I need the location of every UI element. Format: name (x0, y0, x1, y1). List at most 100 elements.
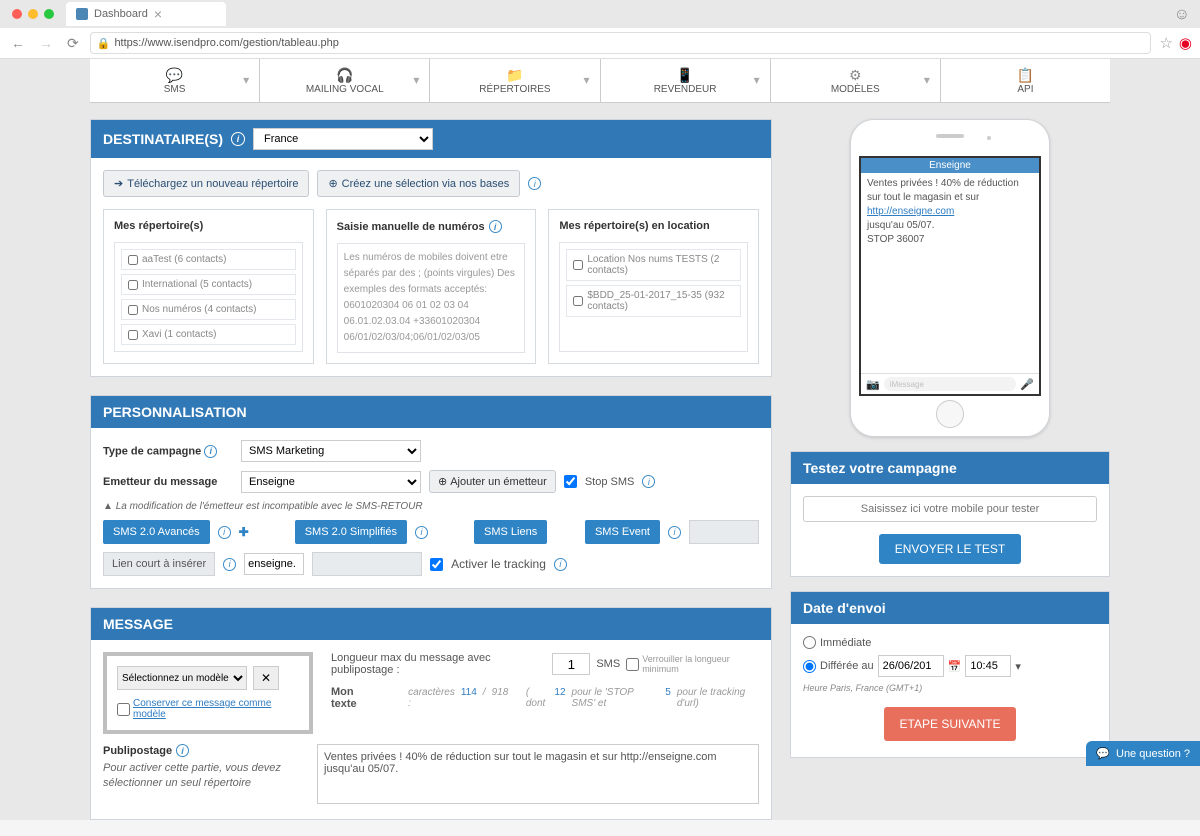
info-icon[interactable]: i (218, 526, 231, 539)
deferred-radio-label[interactable]: Différée au 📅 ▾ (803, 655, 1097, 677)
rep-item[interactable]: $BDD_25-01-2017_15-35 (932 contacts) (566, 285, 741, 317)
chevron-down-icon[interactable]: ▾ (1015, 660, 1021, 673)
panel-personnalisation: PERSONNALISATION Type de campagne i SMS … (90, 395, 772, 589)
info-icon[interactable]: i (415, 526, 428, 539)
save-model-checkbox[interactable] (117, 703, 130, 716)
clipboard-icon: 📋 (1017, 67, 1034, 84)
panel-message: MESSAGE Sélectionnez un modèle ✕ Conserv… (90, 607, 772, 820)
save-model-link[interactable]: Conserver ce message comme modèle (117, 698, 299, 720)
help-chat-button[interactable]: 💬 Une question ? (1086, 741, 1200, 766)
url-box[interactable]: 🔒 https://www.isendpro.com/gestion/table… (90, 32, 1152, 54)
back-icon[interactable]: ← (8, 35, 28, 51)
plus-icon[interactable]: ✚ (239, 525, 249, 539)
sms-liens-button[interactable]: SMS Liens (474, 520, 547, 544)
rep-checkbox[interactable] (128, 305, 138, 315)
favicon (76, 8, 88, 20)
date-input[interactable] (878, 655, 944, 677)
nav-repertoires[interactable]: 📁 RÉPERTOIRES ▾ (430, 59, 600, 102)
rep-item[interactable]: aaTest (6 contacts) (121, 249, 296, 270)
info-icon[interactable]: i (223, 558, 236, 571)
rep-checkbox[interactable] (128, 280, 138, 290)
calendar-icon[interactable]: 📅 (948, 660, 962, 673)
close-window[interactable] (12, 9, 22, 19)
stop-sms-checkbox[interactable] (564, 475, 577, 488)
rep-checkbox[interactable] (128, 255, 138, 265)
pinterest-icon[interactable]: ◉ (1179, 34, 1192, 52)
info-icon[interactable]: i (642, 475, 655, 488)
sms-textarea[interactable] (317, 744, 759, 804)
rep-checkbox[interactable] (573, 260, 583, 270)
close-tab-icon[interactable]: × (154, 6, 162, 22)
nav-sms[interactable]: 💬 SMS ▾ (90, 59, 260, 102)
mes-repertoires-title: Mes répertoire(s) (114, 220, 303, 232)
rep-checkbox[interactable] (128, 330, 138, 340)
rep-item[interactable]: Xavi (1 contacts) (121, 324, 296, 345)
nav-mailing-vocal[interactable]: 🎧 MAILING VOCAL ▾ (260, 59, 430, 102)
chrome-user-icon[interactable]: ☺ (1174, 6, 1190, 24)
info-icon[interactable]: i (204, 445, 217, 458)
rep-item[interactable]: International (5 contacts) (121, 274, 296, 295)
lien-court-input[interactable] (244, 553, 304, 575)
sms-event-button[interactable]: SMS Event (585, 520, 660, 544)
next-step-button[interactable]: ETAPE SUIVANTE (884, 707, 1017, 741)
preview-link: http://enseigne.com (867, 206, 954, 217)
country-select[interactable]: France (253, 128, 433, 150)
rep-item[interactable]: Location Nos nums TESTS (2 contacts) (566, 249, 741, 281)
info-icon[interactable]: i (528, 177, 541, 190)
minimize-window[interactable] (28, 9, 38, 19)
reload-icon[interactable]: ⟳ (64, 35, 82, 52)
emetteur-select[interactable]: Enseigne (241, 471, 421, 493)
info-icon[interactable]: i (231, 132, 245, 146)
panel-destinataires: DESTINATAIRE(S) i France ➔ Téléchargez u… (90, 119, 772, 377)
lock-icon: 🔒 (97, 37, 111, 50)
immediate-radio-label[interactable]: Immédiate (803, 636, 1097, 649)
panel-date-envoi: Date d'envoi Immédiate Différée au 📅 ▾ H… (790, 591, 1110, 758)
stop-sms-label: Stop SMS (585, 476, 635, 488)
forward-icon[interactable]: → (36, 35, 56, 51)
nav-modeles[interactable]: ⚙ MODÈLES ▾ (771, 59, 941, 102)
saisie-manuelle-box: Saisie manuelle de numéros i Les numéros… (326, 209, 537, 364)
info-icon[interactable]: i (668, 526, 681, 539)
browser-tab[interactable]: Dashboard × (66, 2, 226, 26)
type-campagne-select[interactable]: SMS Marketing (241, 440, 421, 462)
headset-icon: 🎧 (336, 67, 353, 84)
address-bar: ← → ⟳ 🔒 https://www.isendpro.com/gestion… (0, 28, 1200, 58)
model-highlight-box: Sélectionnez un modèle ✕ Conserver ce me… (103, 652, 313, 734)
tracking-checkbox[interactable] (430, 558, 443, 571)
type-campagne-label: Type de campagne i (103, 445, 233, 458)
lock-len-checkbox[interactable] (626, 658, 639, 671)
phone-icon: 📱 (676, 67, 693, 84)
phone-input-bar: 📷 iMessage 🎤 (861, 373, 1039, 394)
page: 💬 SMS ▾ 🎧 MAILING VOCAL ▾ 📁 RÉPERTOIRES … (0, 59, 1200, 820)
time-input[interactable] (965, 655, 1011, 677)
rep-checkbox[interactable] (573, 296, 583, 306)
sms-avances-button[interactable]: SMS 2.0 Avancés (103, 520, 210, 544)
nav-api[interactable]: 📋 API (941, 59, 1110, 102)
immediate-radio[interactable] (803, 636, 816, 649)
deferred-radio[interactable] (803, 660, 816, 673)
maximize-window[interactable] (44, 9, 54, 19)
mon-texte-label: Mon texte (331, 686, 378, 710)
sms-simplifies-button[interactable]: SMS 2.0 Simplifiés (295, 520, 407, 544)
add-emetteur-button[interactable]: ⊕Ajouter un émetteur (429, 470, 556, 493)
clear-model-button[interactable]: ✕ (253, 666, 279, 690)
info-icon[interactable]: i (176, 744, 189, 757)
saisie-textarea[interactable]: Les numéros de mobiles doivent etre sépa… (337, 243, 526, 353)
bookmark-icon[interactable]: ☆ (1159, 34, 1172, 52)
model-select[interactable]: Sélectionnez un modèle (117, 666, 247, 690)
send-test-button[interactable]: ENVOYER LE TEST (879, 534, 1021, 564)
panel-test-campagne: Testez votre campagne ENVOYER LE TEST (790, 451, 1110, 577)
upload-repertoire-button[interactable]: ➔ Téléchargez un nouveau répertoire (103, 170, 309, 197)
info-icon[interactable]: i (489, 220, 502, 233)
event-slot[interactable] (689, 520, 759, 544)
create-selection-button[interactable]: ⊕ Créez une sélection via nos bases (317, 170, 520, 197)
tracking-label: Activer le tracking (451, 557, 546, 571)
lien-slot[interactable] (312, 552, 422, 576)
panel-header-message: MESSAGE (91, 608, 771, 640)
info-icon[interactable]: i (554, 558, 567, 571)
test-mobile-input[interactable] (803, 496, 1097, 522)
chat-icon: 💬 (1096, 747, 1110, 760)
nav-revendeur[interactable]: 📱 REVENDEUR ▾ (601, 59, 771, 102)
rep-item[interactable]: Nos numéros (4 contacts) (121, 299, 296, 320)
len-input[interactable] (552, 653, 590, 675)
